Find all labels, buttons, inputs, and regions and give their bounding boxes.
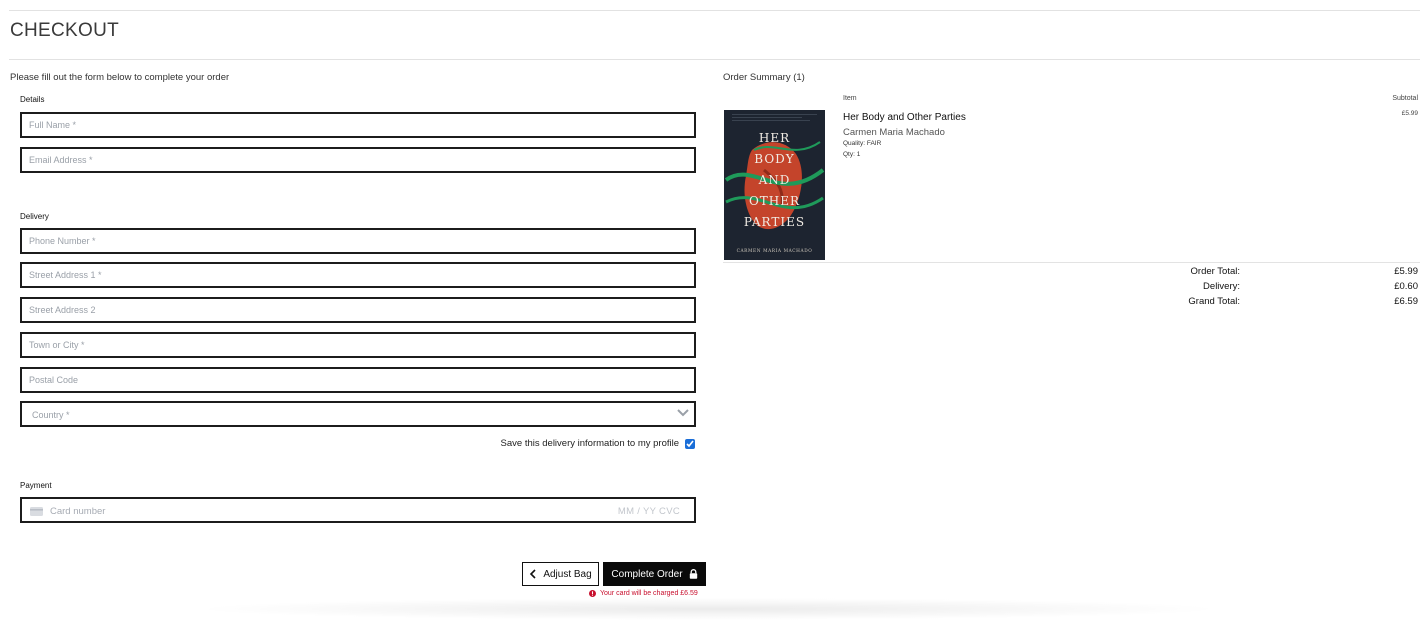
country-select-value: Country * [32, 410, 70, 420]
order-total-value: £5.99 [1394, 266, 1418, 277]
card-expiry-cvc-placeholder: MM / YY CVC [617, 506, 680, 517]
item-subtotal: £5.99 [1401, 110, 1418, 117]
phone-input[interactable] [22, 230, 694, 252]
street1-input[interactable] [22, 264, 694, 286]
adjust-bag-label: Adjust Bag [543, 568, 592, 580]
item-qty: Qty: 1 [843, 151, 861, 158]
email-input[interactable] [22, 149, 694, 171]
postcode-input[interactable] [22, 369, 694, 391]
postcode-field[interactable] [20, 367, 696, 393]
cover-title-line-3: AND [758, 173, 791, 187]
street2-field[interactable] [20, 297, 696, 323]
complete-order-button[interactable]: Complete Order [603, 562, 706, 586]
adjust-bag-button[interactable]: Adjust Bag [522, 562, 599, 586]
cover-title-line-1: HER [759, 131, 790, 145]
phone-field[interactable] [20, 228, 696, 254]
details-label: Details [20, 95, 45, 104]
save-info-label: Save this delivery information to my pro… [500, 438, 679, 449]
card-number-placeholder: Card number [50, 506, 106, 517]
item-column-header: Item [843, 95, 857, 102]
complete-order-label: Complete Order [611, 568, 683, 580]
subtotal-column-header: Subtotal [1392, 95, 1418, 102]
alert-icon [589, 590, 596, 597]
lock-icon [689, 569, 697, 579]
full-name-field[interactable] [20, 112, 696, 138]
cover-author: CARMEN MARIA MACHADO [737, 249, 813, 254]
town-input[interactable] [22, 334, 694, 356]
street1-field[interactable] [20, 262, 696, 288]
cover-title-line-4: OTHER [749, 194, 800, 208]
delivery-value: £0.60 [1394, 281, 1418, 292]
page-title: CHECKOUT [10, 20, 120, 41]
credit-card-icon [30, 507, 43, 516]
chevron-down-icon [677, 409, 689, 417]
summary-divider [723, 262, 1420, 263]
full-name-input[interactable] [22, 114, 694, 136]
item-title: Her Body and Other Parties [843, 112, 966, 123]
form-intro: Please fill out the form below to comple… [10, 72, 230, 83]
order-total-label: Order Total: [1190, 266, 1240, 277]
delivery-label: Delivery [20, 212, 49, 221]
order-summary-title: Order Summary (1) [723, 72, 805, 83]
payment-label: Payment [20, 481, 52, 490]
cover-title-line-2: BODY [754, 152, 795, 166]
save-info-checkbox[interactable] [685, 438, 695, 449]
chevron-left-icon [530, 569, 536, 579]
charge-notice-text: Your card will be charged £6.59 [600, 590, 698, 597]
charge-notice: Your card will be charged £6.59 [589, 590, 698, 597]
item-quality: Quality: FAIR [843, 140, 882, 147]
book-cover-image[interactable]: HER BODY AND OTHER PARTIES CARMEN MARIA … [724, 110, 825, 260]
bottom-shadow [190, 598, 1226, 620]
title-divider [9, 59, 1420, 60]
grand-total-label: Grand Total: [1188, 296, 1240, 307]
email-field[interactable] [20, 147, 696, 173]
delivery-label-summary: Delivery: [1203, 281, 1240, 292]
top-divider [9, 10, 1420, 11]
grand-total-value: £6.59 [1394, 296, 1418, 307]
card-number-field[interactable]: Card number MM / YY CVC [20, 497, 696, 523]
cover-title-line-5: PARTIES [744, 215, 805, 229]
town-field[interactable] [20, 332, 696, 358]
street2-input[interactable] [22, 299, 694, 321]
save-info-row[interactable]: Save this delivery information to my pro… [501, 438, 695, 449]
item-author: Carmen Maria Machado [843, 127, 945, 138]
country-select[interactable]: Country * [20, 401, 696, 427]
